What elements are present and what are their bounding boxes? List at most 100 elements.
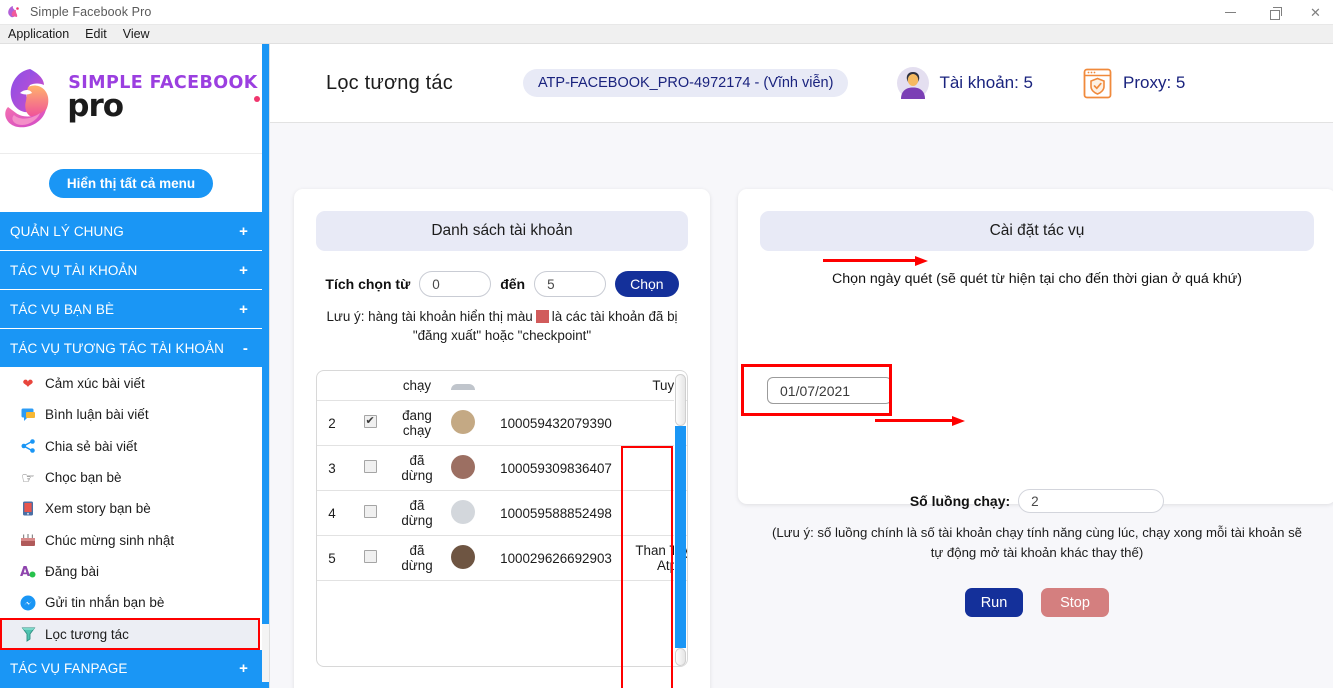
sidebar-item-label: Đăng bài [45,563,100,579]
sidebar-item-cam-xuc-bai-viet[interactable]: ❤ Cảm xúc bài viết [0,368,262,399]
sidebar-item-label: Chúc mừng sinh nhật [45,532,175,548]
application-window: Simple Facebook Pro ✕ Application Edit V… [0,0,1333,688]
row-checkbox[interactable] [363,460,377,473]
minimize-button[interactable] [1208,0,1253,25]
sidebar-item-dang-bai[interactable]: A Đăng bài [0,556,262,587]
pick-to-input[interactable] [534,271,607,297]
note-text-line2: "đăng xuất" hoặc "checkpoint" [412,328,592,344]
sidebar-scrollbar-thumb[interactable] [262,44,269,624]
cell-checkbox[interactable] [347,490,393,536]
cell-uid: 100029626692903 [485,535,627,581]
svg-text:A: A [20,565,30,578]
sidebar-item-label: Xem story bạn bè [45,501,151,517]
arrow-shaft [823,259,915,262]
pointer-arrow-date [823,256,928,266]
row-checkbox[interactable] [363,550,377,563]
group-label: TÁC VỤ TÀI KHOẢN [10,262,138,278]
cell-avatar [441,490,485,536]
table-vscroll-track-bottom[interactable] [675,648,686,666]
cell-index [317,371,347,401]
pick-from-label: Tích chọn từ [325,276,411,292]
sidebar-item-gui-tin-nhan-ban-be[interactable]: Gửi tin nhắn bạn bè [0,587,262,618]
sidebar-scrollbar[interactable] [262,44,269,688]
accounts-count-label: Tài khoản: 5 [939,73,1034,92]
scan-date-input[interactable] [767,377,892,404]
sidebar-item-label: Bình luận bài viết [45,407,149,423]
show-all-menu-button[interactable]: Hiển thị tất cả menu [48,168,214,198]
sidebar-item-xem-story-ban-be[interactable]: Xem story bạn bè [0,493,262,524]
row-checkbox[interactable] [363,414,377,428]
close-icon: ✕ [1310,4,1321,20]
cell-checkbox [347,371,393,401]
cell-uid: 100059588852498 [485,490,627,536]
pick-to-label: đến [500,276,526,292]
threads-input[interactable] [1018,489,1165,513]
app-logo-icon [6,4,22,20]
pointing-hand-icon: ☞ [21,469,35,487]
sidebar-group-tac-vu-tuong-tac-tai-khoan[interactable]: TÁC VỤ TƯƠNG TÁC TÀI KHOẢN - [0,329,262,368]
sidebar-item-choc-ban-be[interactable]: ☞ Chọc bạn bè [0,462,262,493]
sidebar-item-label: Chọc bạn bè [45,470,122,486]
sidebar-item-chia-se-bai-viet[interactable]: Chia sẻ bài viết [0,431,262,462]
menu-item-edit[interactable]: Edit [77,25,115,44]
cell-checkbox[interactable] [347,400,393,446]
menu-item-application[interactable]: Application [0,25,77,44]
sidebar-group-quan-ly-chung[interactable]: QUẢN LÝ CHUNG + [0,212,262,251]
pick-select-button[interactable]: Chọn [615,271,679,297]
license-badge: ATP-FACEBOOK_PRO-4972174 - (Vĩnh viễn) [522,69,849,97]
row-checkbox[interactable] [363,505,377,518]
cell-index: 3 [317,445,347,491]
cell-status: đang chạy [393,400,441,446]
avatar [451,544,475,569]
messenger-icon [20,595,36,611]
accounts-stat[interactable]: Tài khoản: 5 [896,66,1033,100]
brand-logo: SIMPLE FACEBOOK pro [0,44,262,154]
cell-uid: 100059432079390 [485,400,627,446]
threads-note: (Lưu ý: số luồng chính là số tài khoản c… [771,525,1303,560]
scan-date-label: Chọn ngày quét (sẽ quét từ hiện tại cho … [832,271,1242,287]
table-row[interactable]: 2 đang chạy 100059432079390 [317,400,687,446]
pick-range-row: Tích chọn từ đến Chọn [294,271,710,297]
group-label: QUẢN LÝ CHUNG [10,223,124,239]
table-vertical-scrollbar[interactable] [674,372,686,666]
close-button[interactable]: ✕ [1298,0,1333,25]
task-settings-card: Cài đặt tác vụ Chọn ngày quét (sẽ quét t… [738,189,1333,617]
sidebar-group-tac-vu-tai-khoan[interactable]: TÁC VỤ TÀI KHOẢN + [0,251,262,290]
sidebar-group-tac-vu-fanpage[interactable]: TÁC VỤ FANPAGE + [0,649,262,688]
sidebar-item-loc-tuong-tac[interactable]: Lọc tương tác [0,618,260,650]
proxy-stat[interactable]: Proxy: 5 [1081,67,1185,100]
cell-index: 4 [317,490,347,536]
action-buttons-row: Run Stop [738,588,1333,617]
sidebar-scrollbar-thumb-end[interactable] [262,682,269,688]
menu-item-view[interactable]: View [115,25,158,44]
cell-checkbox[interactable] [347,535,393,581]
account-list-header: Danh sách tài khoản [316,211,688,251]
arrow-head [952,416,965,426]
top-bar: Lọc tương tác ATP-FACEBOOK_PRO-4972174 -… [270,44,1333,122]
run-button[interactable]: Run [965,588,1023,617]
avatar-partial [451,384,475,390]
expand-plus-icon: + [239,261,248,279]
minimize-icon [1225,11,1236,13]
cell-avatar [441,535,485,581]
cell-checkbox[interactable] [347,445,393,491]
sidebar-group-tac-vu-ban-be[interactable]: TÁC VỤ BẠN BÈ + [0,290,262,329]
table-vertical-scrollbar-thumb[interactable] [675,426,686,648]
birthday-cake-icon [20,532,36,548]
table-partial-row: chạy Tuyề [317,371,687,401]
cell-avatar [441,400,485,446]
cell-index: 5 [317,535,347,581]
table-vscroll-track-top[interactable] [675,374,686,426]
stop-button[interactable]: Stop [1041,588,1109,617]
sidebar-item-label: Chia sẻ bài viết [45,438,138,454]
table-row[interactable]: 3 đã dừng 100059309836407 [317,445,687,491]
sidebar-item-chuc-mung-sinh-nhat[interactable]: Chúc mừng sinh nhật [0,524,262,555]
main-area: Lọc tương tác ATP-FACEBOOK_PRO-4972174 -… [269,44,1333,688]
restore-button[interactable] [1253,0,1298,25]
table-row[interactable]: 4 đã dừng 100059588852498 [317,490,687,536]
account-table-wrapper: chạy Tuyề 2 đang chạy 1000 [316,370,688,667]
pointer-arrow-run [875,416,965,426]
sidebar-item-binh-luan-bai-viet[interactable]: Bình luận bài viết [0,399,262,430]
pick-from-input[interactable] [419,271,492,297]
table-row[interactable]: 5 đã dừng 100029626692903 Than Tuyề Atp [317,535,687,581]
